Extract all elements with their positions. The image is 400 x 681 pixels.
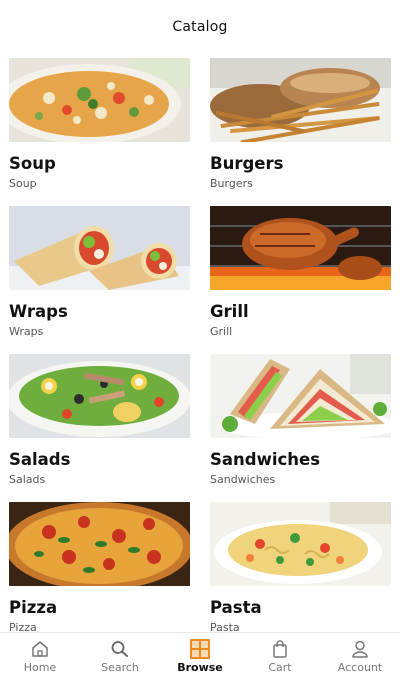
category-card-sandwiches[interactable]: Sandwiches Sandwiches: [210, 354, 391, 487]
category-name: Sandwiches: [210, 450, 321, 469]
pasta-image: [210, 502, 391, 586]
nav-item-home[interactable]: Home: [0, 633, 80, 681]
sandwiches-image: [210, 354, 391, 438]
account-icon: [349, 639, 371, 659]
category-name: Pasta: [210, 598, 262, 617]
category-subtitle: Pasta: [210, 621, 240, 632]
category-grid: Soup Soup Burgers Burgers Wraps Wraps Gr…: [0, 54, 400, 632]
nav-item-browse[interactable]: Browse: [160, 633, 240, 681]
wraps-image: [9, 206, 190, 290]
category-name: Pizza: [9, 598, 58, 617]
category-card-grill[interactable]: Grill Grill: [210, 206, 391, 339]
burgers-image: [210, 58, 391, 142]
category-card-burgers[interactable]: Burgers Burgers: [210, 58, 391, 191]
grill-image: [210, 206, 391, 290]
category-subtitle: Grill: [210, 325, 233, 338]
nav-item-search[interactable]: Search: [80, 633, 160, 681]
category-name: Burgers: [210, 154, 284, 173]
nav-label-search: Search: [101, 661, 139, 674]
top-bar: Catalog: [0, 0, 400, 54]
category-name: Salads: [9, 450, 71, 469]
nav-item-cart[interactable]: Cart: [240, 633, 320, 681]
nav-label-home: Home: [23, 661, 57, 674]
page-title: Catalog: [172, 19, 228, 35]
nav-label-account: Account: [337, 661, 383, 674]
nav-label-cart: Cart: [268, 661, 292, 674]
category-card-pizza[interactable]: Pizza Pizza: [9, 502, 190, 632]
category-name: Soup: [9, 154, 56, 173]
search-icon: [109, 639, 131, 659]
category-subtitle: Soup: [9, 177, 37, 190]
salads-image: [9, 354, 190, 438]
nav-label-browse: Browse: [177, 661, 223, 674]
category-name: Wraps: [9, 302, 68, 321]
category-subtitle: Salads: [9, 473, 46, 486]
category-card-soup[interactable]: Soup Soup: [9, 58, 190, 191]
bottom-navigation: Home Search Browse Cart Account: [0, 632, 400, 681]
category-subtitle: Burgers: [210, 177, 253, 190]
category-name: Grill: [210, 302, 249, 321]
category-subtitle: Wraps: [9, 325, 44, 338]
category-subtitle: Pizza: [9, 621, 37, 632]
pizza-image: [9, 502, 190, 586]
category-subtitle: Sandwiches: [210, 473, 276, 486]
browse-grid-icon: [189, 639, 211, 659]
category-card-wraps[interactable]: Wraps Wraps: [9, 206, 190, 339]
category-card-salads[interactable]: Salads Salads: [9, 354, 190, 487]
cart-bag-icon: [269, 639, 291, 659]
category-card-pasta[interactable]: Pasta Pasta: [210, 502, 391, 632]
home-icon: [29, 639, 51, 659]
nav-item-account[interactable]: Account: [320, 633, 400, 681]
soup-image: [9, 58, 190, 142]
